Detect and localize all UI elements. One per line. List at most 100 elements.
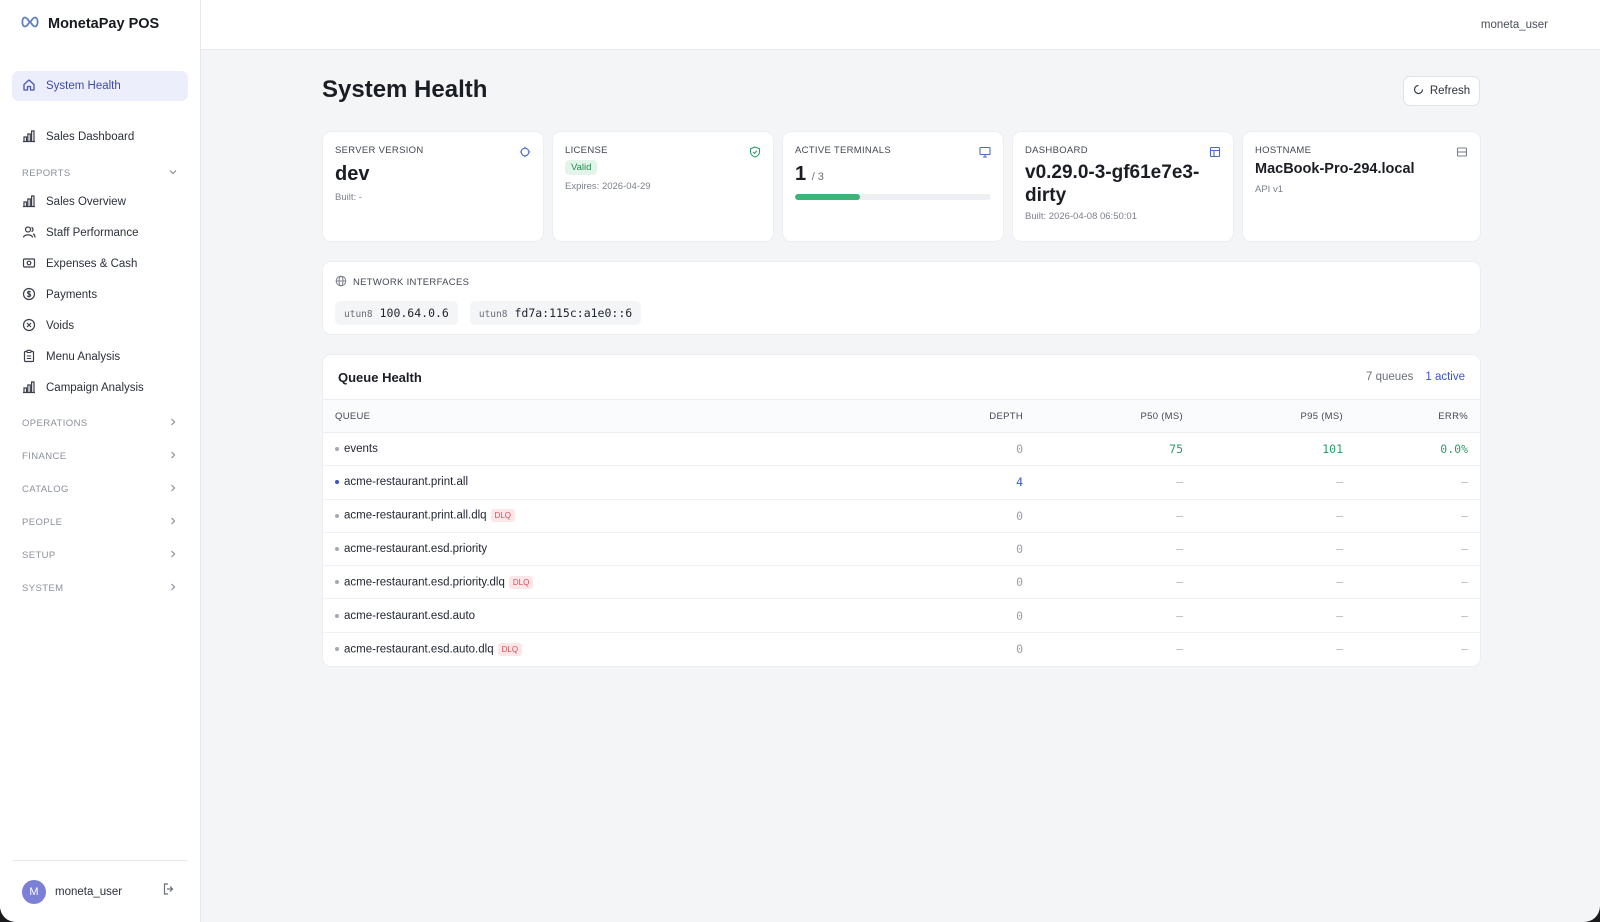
server-icon <box>1456 145 1468 163</box>
queue-name: acme-restaurant.esd.auto.dlq <box>344 643 494 656</box>
dollar-circle-icon <box>22 287 36 304</box>
network-label: NETWORK INTERFACES <box>353 277 470 288</box>
interface-address: 100.64.0.6 <box>379 306 449 320</box>
queue-depth: 4 <box>1016 475 1023 490</box>
sidebar-item-voids[interactable]: Voids <box>12 311 188 341</box>
chevron-right-icon <box>168 450 178 463</box>
section-label: CATALOG <box>22 483 69 495</box>
column-header-depth[interactable]: DEPTH <box>915 400 1035 433</box>
bar-chart-icon <box>22 129 36 146</box>
card-server-version: SERVER VERSION dev Built: - <box>322 131 544 242</box>
queue-depth: 0 <box>1016 508 1023 523</box>
queue-p95: — <box>1336 642 1343 657</box>
queue-name: acme-restaurant.esd.priority <box>344 543 488 556</box>
terminals-total: / 3 <box>811 171 824 183</box>
column-header-queue[interactable]: QUEUE <box>323 400 915 433</box>
queue-status-dot <box>335 613 339 618</box>
card-hostname: HOSTNAME MacBook-Pro-294.local API v1 <box>1242 131 1481 242</box>
bar-chart-icon <box>22 380 36 397</box>
queue-name: acme-restaurant.esd.auto <box>344 609 476 622</box>
chip-icon <box>519 145 531 163</box>
sidebar-item-sales-overview[interactable]: Sales Overview <box>12 187 188 217</box>
interface-name: utun8 <box>478 309 508 320</box>
queue-err: 0.0% <box>1440 442 1468 457</box>
queue-active-count: 1 active <box>1425 371 1465 383</box>
layout-icon <box>1209 145 1221 163</box>
column-header-err[interactable]: ERR% <box>1355 400 1480 433</box>
column-header-p95[interactable]: P95 (MS) <box>1195 400 1355 433</box>
queue-p95: 101 <box>1322 442 1343 457</box>
queue-status-dot <box>335 513 339 518</box>
queue-health-meta: 7 queues 1 active <box>1366 371 1465 383</box>
table-row[interactable]: acme-restaurant.esd.priority 0 — — — <box>323 532 1480 566</box>
refresh-button[interactable]: Refresh <box>1403 76 1480 106</box>
queue-name: acme-restaurant.print.all.dlq <box>344 509 487 522</box>
terminals-progress <box>795 194 991 200</box>
dashboard-version-value: v0.29.0-3-gf61e7e3- dirty <box>1025 162 1221 208</box>
section-finance[interactable]: FINANCE <box>22 446 178 466</box>
queue-p95: — <box>1336 608 1343 623</box>
card-label: HOSTNAME <box>1255 145 1312 156</box>
chevron-right-icon <box>168 417 178 430</box>
section-label: REPORTS <box>22 167 71 179</box>
queue-health-panel: Queue Health 7 queues 1 active QUEUE DEP… <box>322 354 1481 667</box>
interface-name: utun8 <box>344 309 373 320</box>
queue-err: — <box>1461 475 1468 490</box>
table-row[interactable]: acme-restaurant.esd.auto 0 — — — <box>323 599 1480 633</box>
sidebar-item-staff-performance[interactable]: Staff Performance <box>12 218 188 248</box>
queue-table-header: QUEUE DEPTH P50 (MS) P95 (MS) ERR% <box>323 399 1480 433</box>
brand[interactable]: MonetaPay POS <box>0 0 200 48</box>
table-row[interactable]: acme-restaurant.esd.priority.dlq DLQ 0 — — — <box>323 566 1480 599</box>
footer-username: moneta_user <box>55 885 123 898</box>
chevron-right-icon <box>168 483 178 496</box>
dashboard-version-line2: dirty <box>1025 184 1067 206</box>
logo-icon <box>20 15 40 33</box>
queue-name-cell: acme-restaurant.esd.auto <box>323 599 915 632</box>
sidebar-item-label: System Health <box>46 80 121 92</box>
avatar[interactable]: M <box>22 879 46 904</box>
dlq-badge: DLQ <box>508 575 534 589</box>
sidebar-item-system-health[interactable]: System Health <box>12 71 188 101</box>
section-system[interactable]: SYSTEM <box>22 578 178 598</box>
chevron-down-icon <box>168 167 178 180</box>
queue-depth: 0 <box>1016 642 1023 657</box>
section-people[interactable]: PEOPLE <box>22 512 178 532</box>
dlq-badge: DLQ <box>497 642 523 656</box>
sidebar-item-menu-analysis[interactable]: Menu Analysis <box>12 342 188 372</box>
queue-status-dot <box>335 647 339 652</box>
dashboard-version-line1: v0.29.0-3-gf61e7e3- <box>1025 162 1200 183</box>
sidebar-item-label: Staff Performance <box>46 227 139 239</box>
queue-p95: — <box>1336 542 1343 557</box>
sidebar: MonetaPay POS System Health Sales Dashbo… <box>0 0 201 922</box>
column-header-p50[interactable]: P50 (MS) <box>1035 400 1195 433</box>
sidebar-item-expenses-cash[interactable]: Expenses & Cash <box>12 249 188 279</box>
queue-status-dot <box>335 480 339 485</box>
sidebar-item-payments[interactable]: Payments <box>12 280 188 310</box>
api-version: API v1 <box>1255 184 1283 196</box>
hostname-value: MacBook-Pro-294.local <box>1255 161 1415 177</box>
sidebar-item-sales-dashboard[interactable]: Sales Dashboard <box>12 122 188 152</box>
section-operations[interactable]: OPERATIONS <box>22 413 178 433</box>
sidebar-item-label: Payments <box>46 289 98 301</box>
queue-p50: — <box>1176 642 1183 657</box>
table-row[interactable]: events 0 75 101 0.0% <box>323 433 1480 466</box>
topbar-username[interactable]: moneta_user <box>1481 19 1548 31</box>
terminals-active: 1 <box>795 163 807 185</box>
queue-depth: 0 <box>1016 575 1023 590</box>
sidebar-item-label: Sales Overview <box>46 196 126 208</box>
queue-err: — <box>1461 508 1468 523</box>
section-reports[interactable]: REPORTS <box>22 163 178 183</box>
section-setup[interactable]: SETUP <box>22 545 178 565</box>
card-label: DASHBOARD <box>1025 145 1088 156</box>
queue-name: events <box>344 443 378 456</box>
section-label: SYSTEM <box>22 582 64 594</box>
logout-icon[interactable] <box>162 882 176 901</box>
table-row[interactable]: acme-restaurant.esd.auto.dlq DLQ 0 — — — <box>323 632 1480 665</box>
page-title: System Health <box>322 76 488 103</box>
table-row[interactable]: acme-restaurant.print.all 4 — — — <box>323 466 1480 500</box>
queue-name-cell: acme-restaurant.esd.priority <box>323 532 915 565</box>
section-catalog[interactable]: CATALOG <box>22 479 178 499</box>
clipboard-icon <box>22 349 36 366</box>
sidebar-item-campaign-analysis[interactable]: Campaign Analysis <box>12 373 188 403</box>
table-row[interactable]: acme-restaurant.print.all.dlq DLQ 0 — — — <box>323 499 1480 533</box>
